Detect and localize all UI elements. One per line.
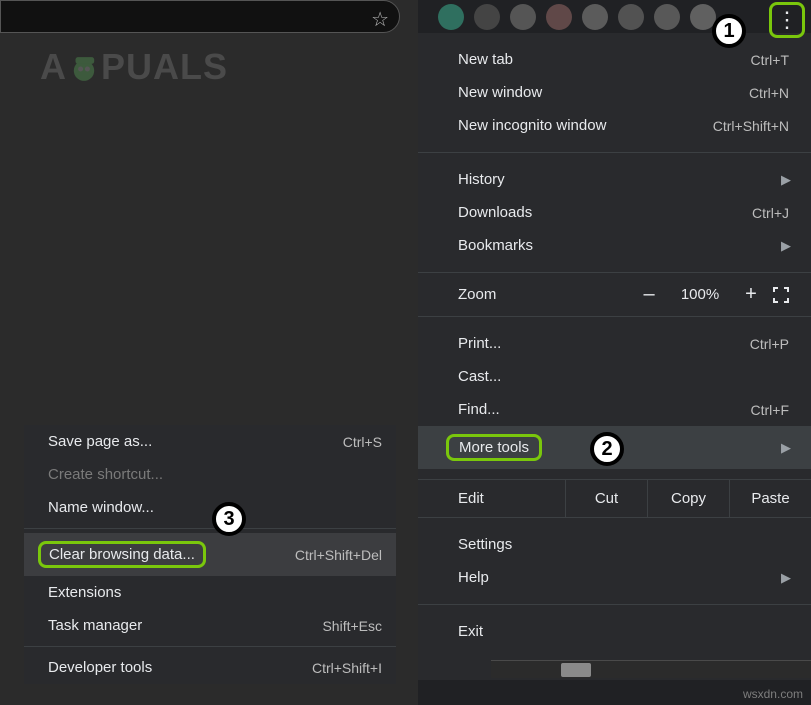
cut-button[interactable]: Cut bbox=[565, 480, 647, 517]
menu-item-label: New incognito window bbox=[458, 117, 606, 134]
menu-item-label: Developer tools bbox=[48, 659, 152, 676]
menu-item-settings[interactable]: Settings bbox=[418, 528, 811, 561]
menu-item-label: Find... bbox=[458, 401, 500, 418]
menu-item-new-tab[interactable]: New tab Ctrl+T bbox=[418, 43, 811, 76]
bookmark-star-icon[interactable]: ☆ bbox=[371, 7, 389, 32]
menu-item-name-window[interactable]: Name window... bbox=[24, 491, 396, 524]
annotation-callout-3: 3 bbox=[212, 502, 246, 536]
horizontal-scrollbar[interactable] bbox=[491, 660, 811, 678]
menu-item-label: Extensions bbox=[48, 584, 121, 601]
menu-item-shortcut: Shift+Esc bbox=[322, 618, 382, 634]
extension-icon[interactable] bbox=[474, 4, 500, 30]
extension-icon[interactable] bbox=[618, 4, 644, 30]
menu-item-help[interactable]: Help ▶ bbox=[418, 561, 811, 594]
extension-icon[interactable] bbox=[546, 4, 572, 30]
zoom-in-button[interactable]: + bbox=[731, 283, 771, 306]
menu-item-shortcut: Ctrl+N bbox=[749, 85, 789, 101]
menu-separator bbox=[24, 528, 396, 529]
annotation-callout-1: 1 bbox=[712, 14, 746, 48]
menu-edit-row: Edit Cut Copy Paste bbox=[418, 479, 811, 518]
menu-item-developer-tools[interactable]: Developer tools Ctrl+Shift+I bbox=[24, 651, 396, 684]
chrome-main-menu: ⋮ New tab Ctrl+T New window Ctrl+N New i… bbox=[418, 0, 811, 680]
watermark-text: wsxdn.com bbox=[743, 687, 803, 701]
menu-item-label: Create shortcut... bbox=[48, 466, 163, 483]
menu-item-shortcut: Ctrl+P bbox=[750, 336, 789, 352]
menu-item-label: Help bbox=[458, 569, 489, 586]
chrome-menu-button[interactable]: ⋮ bbox=[769, 2, 805, 38]
menu-item-history[interactable]: History ▶ bbox=[418, 163, 811, 196]
fullscreen-icon[interactable] bbox=[771, 285, 791, 305]
zoom-value: 100% bbox=[669, 286, 731, 303]
extension-icon[interactable] bbox=[654, 4, 680, 30]
menu-item-downloads[interactable]: Downloads Ctrl+J bbox=[418, 196, 811, 229]
menu-item-shortcut: Ctrl+Shift+I bbox=[312, 660, 382, 676]
menu-item-label: Settings bbox=[458, 536, 512, 553]
extension-icon[interactable] bbox=[582, 4, 608, 30]
menu-item-label: New tab bbox=[458, 51, 513, 68]
menu-item-print[interactable]: Print... Ctrl+P bbox=[418, 327, 811, 360]
menu-item-clear-browsing-data[interactable]: Clear browsing data... Ctrl+Shift+Del bbox=[24, 533, 396, 576]
paste-button[interactable]: Paste bbox=[729, 480, 811, 517]
logo-mascot-icon bbox=[67, 52, 101, 86]
menu-item-extensions[interactable]: Extensions bbox=[24, 576, 396, 609]
copy-button[interactable]: Copy bbox=[647, 480, 729, 517]
menu-item-shortcut: Ctrl+J bbox=[752, 205, 789, 221]
menu-item-shortcut: Ctrl+T bbox=[751, 52, 790, 68]
menu-item-cast[interactable]: Cast... bbox=[418, 360, 811, 393]
menu-item-bookmarks[interactable]: Bookmarks ▶ bbox=[418, 229, 811, 262]
menu-item-label: More tools bbox=[459, 439, 529, 456]
menu-item-exit[interactable]: Exit bbox=[418, 615, 811, 648]
menu-separator bbox=[24, 646, 396, 647]
edit-label: Edit bbox=[418, 480, 565, 517]
highlight-box: More tools bbox=[446, 434, 542, 461]
menu-item-new-window[interactable]: New window Ctrl+N bbox=[418, 76, 811, 109]
menu-item-label: Save page as... bbox=[48, 433, 152, 450]
address-bar[interactable]: ☆ bbox=[0, 0, 400, 33]
menu-item-label: History bbox=[458, 171, 505, 188]
menu-item-label: Cast... bbox=[458, 368, 501, 385]
chevron-right-icon: ▶ bbox=[781, 172, 791, 188]
extension-icon[interactable] bbox=[510, 4, 536, 30]
chevron-right-icon: ▶ bbox=[781, 238, 791, 254]
menu-item-new-incognito[interactable]: New incognito window Ctrl+Shift+N bbox=[418, 109, 811, 142]
menu-item-shortcut: Ctrl+F bbox=[751, 402, 790, 418]
zoom-out-button[interactable]: – bbox=[629, 283, 669, 306]
menu-item-label: Name window... bbox=[48, 499, 154, 516]
chevron-right-icon: ▶ bbox=[781, 570, 791, 586]
menu-item-label: Print... bbox=[458, 335, 501, 352]
menu-item-find[interactable]: Find... Ctrl+F bbox=[418, 393, 811, 426]
menu-item-label: Downloads bbox=[458, 204, 532, 221]
menu-item-label: Exit bbox=[458, 623, 483, 640]
menu-item-save-page[interactable]: Save page as... Ctrl+S bbox=[24, 425, 396, 458]
menu-item-shortcut: Ctrl+S bbox=[343, 434, 382, 450]
menu-item-label: Task manager bbox=[48, 617, 142, 634]
extension-icon[interactable] bbox=[438, 4, 464, 30]
menu-item-shortcut: Ctrl+Shift+N bbox=[713, 118, 789, 134]
annotation-callout-2: 2 bbox=[590, 432, 624, 466]
zoom-label: Zoom bbox=[458, 286, 629, 303]
menu-item-label: New window bbox=[458, 84, 542, 101]
chevron-right-icon: ▶ bbox=[781, 440, 791, 456]
menu-item-label: Clear browsing data... bbox=[49, 546, 195, 563]
menu-item-shortcut: Ctrl+Shift+Del bbox=[295, 547, 382, 563]
vertical-dots-icon: ⋮ bbox=[776, 9, 798, 31]
more-tools-submenu: Save page as... Ctrl+S Create shortcut..… bbox=[24, 425, 396, 684]
browser-toolbar: ⋮ bbox=[418, 0, 811, 33]
menu-item-create-shortcut: Create shortcut... bbox=[24, 458, 396, 491]
menu-zoom-row: Zoom – 100% + bbox=[418, 272, 811, 317]
highlight-box: Clear browsing data... bbox=[38, 541, 206, 568]
site-logo: APUALS bbox=[40, 46, 228, 88]
menu-item-label: Bookmarks bbox=[458, 237, 533, 254]
menu-item-task-manager[interactable]: Task manager Shift+Esc bbox=[24, 609, 396, 642]
scrollbar-thumb[interactable] bbox=[561, 663, 591, 677]
page-background: ☆ APUALS Save page as... Ctrl+S Create s… bbox=[0, 0, 418, 705]
